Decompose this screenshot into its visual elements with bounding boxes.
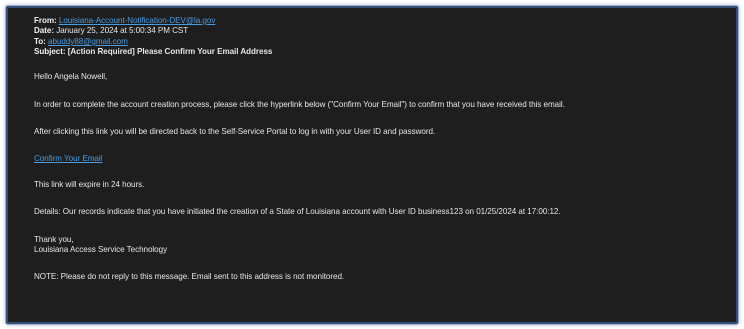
to-row: To: abuddy88@gmail.com (34, 37, 128, 47)
signature: Louisiana Access Service Technology (34, 245, 168, 254)
confirm-email-link[interactable]: Confirm Your Email (34, 154, 102, 163)
from-row: From: Louisiana-Account-Notification-DEV… (34, 16, 215, 26)
subject-row: Subject: [Action Required] Please Confir… (34, 47, 272, 57)
note-paragraph: NOTE: Please do not reply to this messag… (34, 272, 345, 281)
signoff: Thank you, (34, 235, 74, 244)
date-label: Date: (34, 26, 54, 35)
date-value: January 25, 2024 at 5:00:34 PM CST (56, 26, 189, 35)
expiry-paragraph: This link will expire in 24 hours. (34, 180, 145, 189)
details-paragraph: Details: Our records indicate that you h… (34, 207, 561, 216)
to-address-link[interactable]: abuddy88@gmail.com (48, 37, 128, 46)
to-label: To: (34, 37, 46, 46)
confirm-email-link-row: Confirm Your Email (34, 154, 102, 164)
from-label: From: (34, 16, 57, 25)
subject-value: [Action Required] Please Confirm Your Em… (67, 47, 273, 56)
date-row: Date: January 25, 2024 at 5:00:34 PM CST (34, 26, 188, 36)
subject-label: Subject: (34, 47, 66, 56)
after-click-paragraph: After clicking this link you will be dir… (34, 127, 436, 136)
email-message-panel: From: Louisiana-Account-Notification-DEV… (6, 6, 738, 324)
greeting: Hello Angela Nowell, (34, 72, 108, 81)
instruction-paragraph: In order to complete the account creatio… (34, 100, 565, 109)
from-address-link[interactable]: Louisiana-Account-Notification-DEV@la.go… (59, 16, 215, 25)
